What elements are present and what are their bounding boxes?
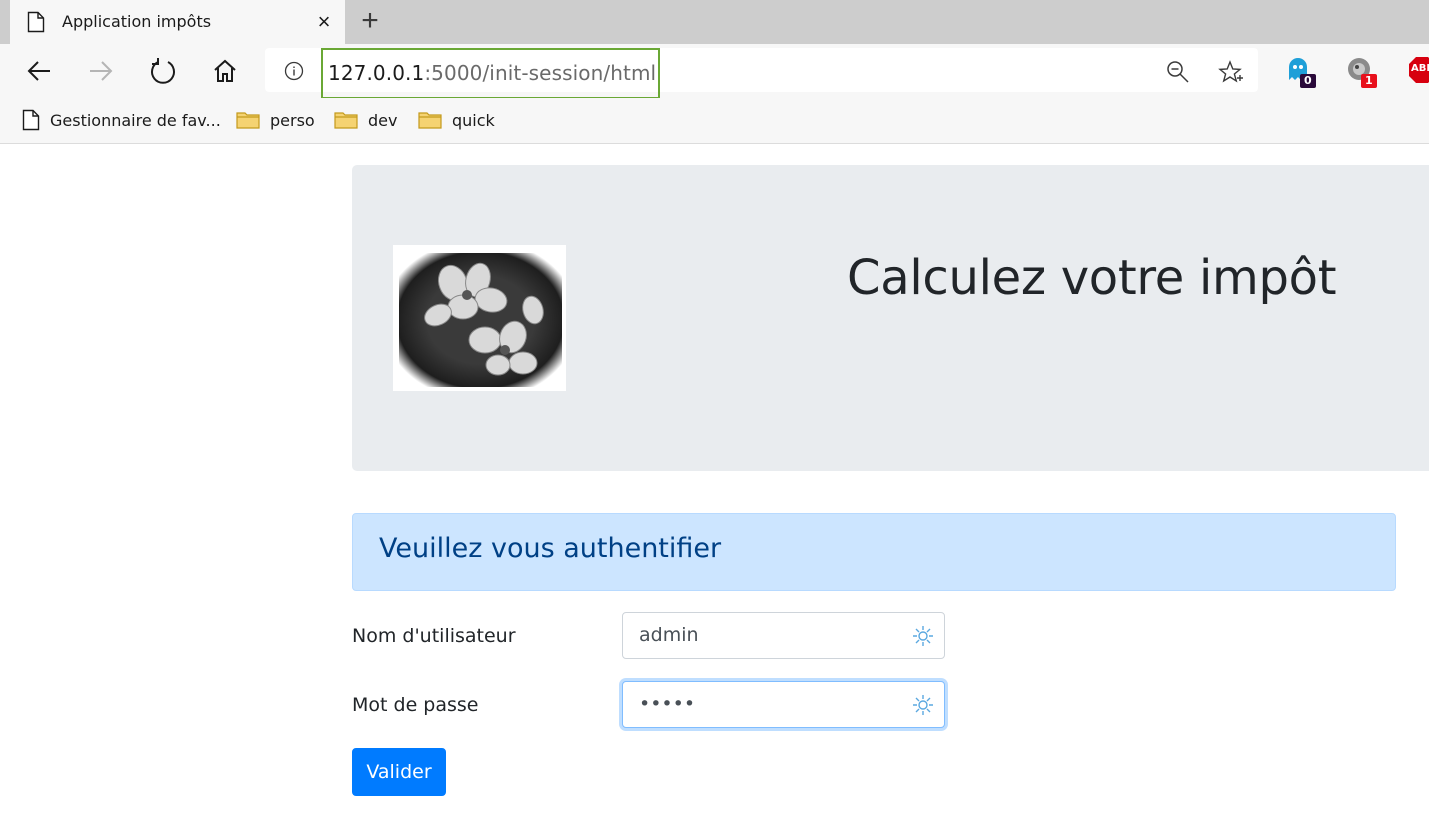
url-text[interactable]: 127.0.0.1:5000/init-session/html <box>328 61 656 85</box>
password-manager-icon[interactable] <box>912 694 934 716</box>
password-input[interactable]: ••••• <box>622 681 945 728</box>
ghostery-badge: 0 <box>1300 74 1316 88</box>
password-manager-icon[interactable] <box>912 625 934 647</box>
back-button[interactable] <box>22 54 56 88</box>
info-icon[interactable] <box>284 61 304 81</box>
reload-button[interactable] <box>146 54 180 88</box>
tab-close-icon[interactable]: × <box>311 9 337 35</box>
privacy-badger-extension-button[interactable]: 1 <box>1346 56 1380 90</box>
address-bar[interactable]: 127.0.0.1:5000/init-session/html <box>265 48 1258 99</box>
forward-button[interactable] <box>84 54 118 88</box>
header-jumbotron: Calculez votre impôt <box>352 165 1429 471</box>
password-label: Mot de passe <box>352 694 479 716</box>
bookmark-folder-quick[interactable]: quick <box>418 106 495 134</box>
reload-icon <box>151 58 175 84</box>
username-label: Nom d'utilisateur <box>352 625 516 647</box>
home-icon <box>214 59 236 82</box>
tab-strip: Application impôts × + <box>0 0 1429 44</box>
username-value: admin <box>639 624 699 646</box>
zoom-icon[interactable] <box>1166 60 1190 84</box>
page-icon <box>22 109 40 131</box>
submit-button[interactable]: Valider <box>352 748 446 796</box>
ghostery-extension-button[interactable]: 0 <box>1285 56 1319 90</box>
bookmark-label: perso <box>270 110 315 130</box>
username-input[interactable]: admin <box>622 612 945 659</box>
bookmark-label: quick <box>452 110 495 130</box>
bookmark-favorites-manager[interactable]: Gestionnaire de fav... <box>22 106 221 134</box>
bookmark-folder-dev[interactable]: dev <box>334 106 397 134</box>
url-host: 127.0.0.1 <box>328 61 425 85</box>
tab-title: Application impôts <box>62 12 212 31</box>
adblock-label: ABP <box>1411 63 1429 74</box>
bookmarks-bar: Gestionnaire de fav... perso dev quick <box>0 98 1429 144</box>
folder-icon <box>236 112 260 129</box>
url-path: :5000/init-session/html <box>424 61 657 85</box>
bookmark-folder-perso[interactable]: perso <box>236 106 315 134</box>
folder-icon <box>418 112 442 129</box>
page-title: Calculez votre impôt <box>847 250 1337 306</box>
page-icon <box>27 11 45 33</box>
auth-alert: Veuillez vous authentifier <box>352 513 1396 591</box>
adblock-extension-button[interactable]: ABP <box>1408 56 1429 90</box>
browser-toolbar: 127.0.0.1:5000/init-session/html 0 1 ABP <box>0 44 1429 99</box>
alert-title: Veuillez vous authentifier <box>379 533 722 564</box>
back-arrow-icon <box>27 61 50 81</box>
new-tab-button[interactable]: + <box>355 6 385 38</box>
flower-image <box>399 253 562 387</box>
home-button[interactable] <box>208 54 242 88</box>
bookmark-label: dev <box>368 110 398 130</box>
favorite-star-icon[interactable] <box>1218 60 1244 86</box>
forward-arrow-icon <box>90 61 113 81</box>
logo-image <box>393 245 566 391</box>
folder-icon <box>334 112 358 129</box>
password-value: ••••• <box>639 693 696 715</box>
bookmark-label: Gestionnaire de fav... <box>50 110 221 130</box>
browser-tab[interactable]: Application impôts × <box>10 0 345 44</box>
privacy-badger-badge: 1 <box>1361 74 1377 88</box>
